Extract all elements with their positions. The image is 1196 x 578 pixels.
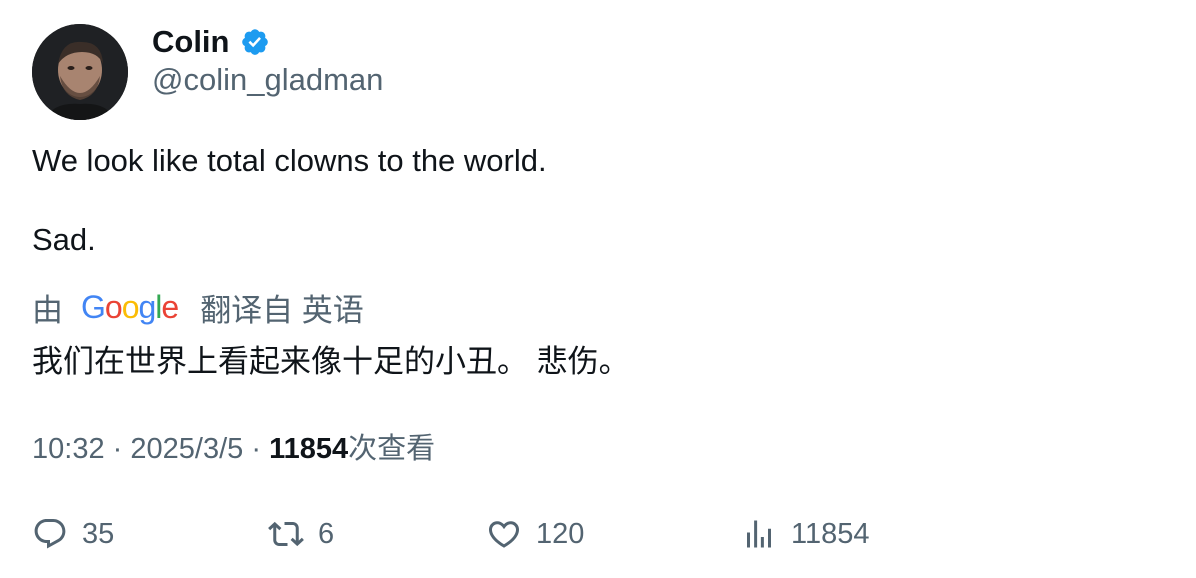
tweet-date[interactable]: 2025/3/5 [130, 433, 243, 465]
meta-separator: · [251, 433, 261, 465]
google-logo-letter: G [81, 288, 106, 325]
meta-separator: · [112, 433, 123, 465]
like-button[interactable]: 120 [486, 512, 584, 556]
google-logo-letter: o [104, 288, 123, 325]
translation-source-label: 翻译自 英语 [200, 292, 364, 328]
views-label: 次查看 [348, 433, 436, 465]
author-name[interactable]: Colin [152, 22, 270, 62]
display-name-text: Colin [152, 24, 230, 59]
views-count-action: 11854 [791, 517, 870, 550]
translated-text: 我们在世界上看起来像十足的小丑。 悲伤。 [32, 344, 630, 379]
reply-count: 35 [82, 517, 115, 550]
author-handle[interactable]: @colin_gladman [152, 62, 383, 98]
reply-icon [34, 519, 66, 549]
action-bar: 35 6 120 11854 [0, 512, 1196, 556]
retweet-button[interactable]: 6 [268, 512, 334, 556]
tweet-text-line-1: We look like total clowns to the world. [32, 143, 547, 178]
avatar[interactable] [32, 24, 128, 120]
google-logo-letter: g [138, 288, 156, 325]
google-logo-letter: e [161, 288, 179, 325]
views-count: 11854 [269, 433, 349, 465]
retweet-icon [268, 521, 304, 547]
translation-prefix: 由 [32, 292, 63, 328]
retweet-count: 6 [318, 517, 335, 550]
like-count: 120 [536, 517, 585, 550]
avatar-photo [32, 24, 128, 120]
translation-attribution: 由 Google 翻译自 英语 [32, 287, 364, 328]
heart-icon [488, 521, 520, 548]
views-chart-icon [747, 520, 771, 548]
reply-button[interactable]: 35 [32, 512, 114, 556]
tweet-text-line-2: Sad. [32, 222, 96, 257]
google-logo-letter: o [121, 288, 140, 325]
tweet-meta: 10:32 · 2025/3/5 · 11854次查看 [32, 425, 435, 467]
verified-badge-icon [240, 27, 270, 57]
google-logo[interactable]: Google [81, 288, 179, 326]
views-button[interactable]: 11854 [741, 512, 870, 556]
tweet-time[interactable]: 10:32 [32, 433, 105, 465]
